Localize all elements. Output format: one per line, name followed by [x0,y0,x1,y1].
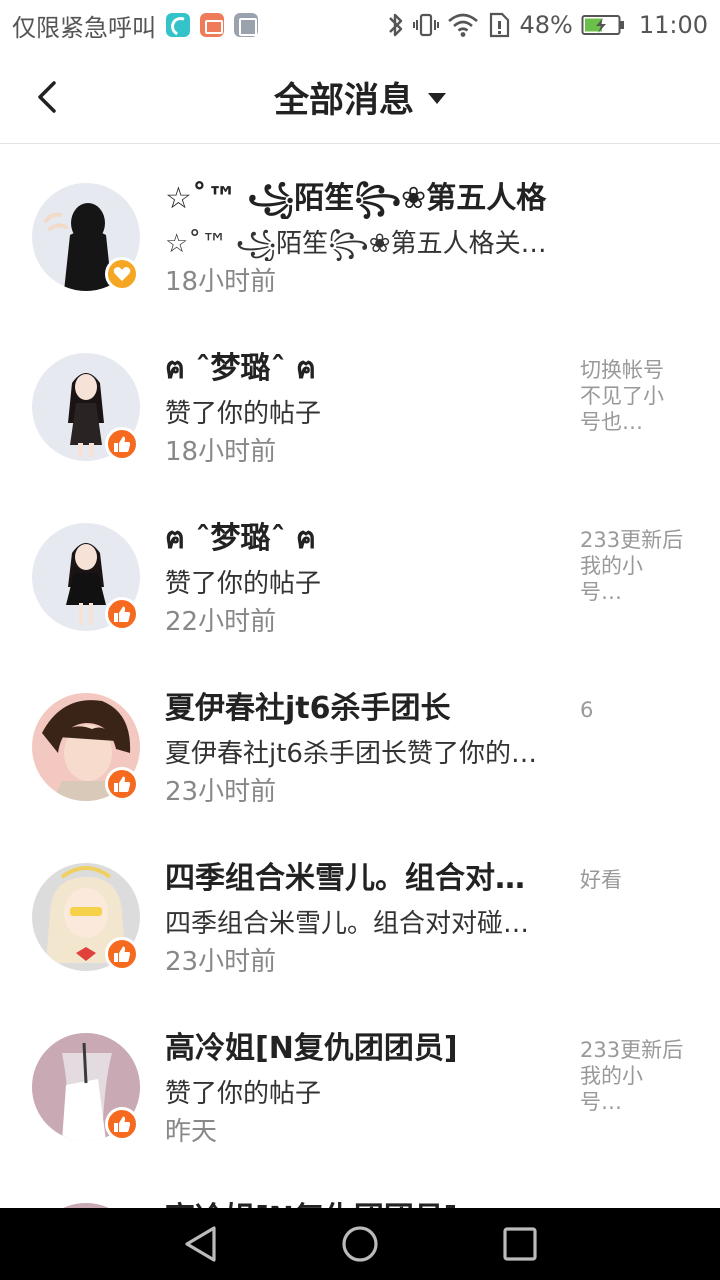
message-item[interactable]: ☆˚™ ꧁陌笙꧂❀第五人格 ☆˚™ ꧁陌笙꧂❀第五人格关注了你 18小时前 [0,145,720,315]
system-home-button[interactable] [340,1224,380,1264]
message-time: 昨天 [165,1117,218,1147]
clock-time: 11:00 [638,11,708,39]
system-navigation-bar [0,1208,720,1280]
message-item[interactable]: 高冷姐[N复仇团团员] 赞了你的帖子 昨天 233更新后我的小号… [0,995,720,1165]
top-nav-bar: 全部消息 [0,50,720,144]
triangle-back-icon [185,1226,216,1262]
thumbs-up-icon [114,436,131,452]
sender-name[interactable]: 四季组合米雪儿。组合对… [165,859,565,899]
message-item[interactable]: 四季组合米雪儿。组合对… 四季组合米雪儿。组合对对碰… 23小时前 好看 [0,825,720,995]
message-time: 23小时前 [165,777,277,807]
vibrate-icon [413,11,440,39]
page-title: 全部消息 [273,80,414,121]
post-preview: 6 [580,698,594,722]
thumbs-up-icon [114,776,131,792]
follow-badge [105,257,139,291]
message-item[interactable]: 夏伊春社jt6杀手团长 夏伊春社jt6杀手团长赞了你的… 23小时前 6 [0,655,720,825]
message-action: 四季组合米雪儿。组合对对碰… [165,909,530,939]
like-badge [105,597,139,631]
message-item[interactable]: ฅ ˆ梦璐ˆ ฅ 赞了你的帖子 18小时前 切换帐号不见了小号也… [0,315,720,485]
heart-icon [113,267,131,281]
message-item[interactable]: ฅ ˆ梦璐ˆ ฅ 赞了你的帖子 22小时前 233更新后我的小号… [0,485,720,655]
status-left: 仅限紧急呼叫 [12,8,258,42]
like-badge [105,427,139,461]
message-action: 赞了你的帖子 [165,399,322,429]
post-preview: 好看 [580,868,622,892]
sender-name[interactable]: 高冷姐[N复仇团团员] [165,1199,565,1208]
message-time: 18小时前 [165,267,277,297]
message-action: ☆˚™ ꧁陌笙꧂❀第五人格关注了你 [165,229,555,259]
moon-app-icon [166,13,190,37]
message-item[interactable]: 高冷姐[N复仇团团员] [0,1165,720,1208]
sender-name[interactable]: ฅ ˆ梦璐ˆ ฅ [165,349,565,389]
message-time: 18小时前 [165,437,277,467]
message-action: 赞了你的帖子 [165,1079,322,1109]
sender-name[interactable]: 夏伊春社jt6杀手团长 [165,689,565,729]
square-recents-icon [503,1227,537,1261]
post-preview: 233更新后我的小号… [580,1038,684,1114]
message-time: 23小时前 [165,947,277,977]
bluetooth-icon [387,11,405,39]
wifi-icon [447,12,479,38]
status-right: 48% 11:00 [387,8,708,42]
like-badge [105,767,139,801]
circle-home-icon [342,1226,378,1262]
message-action: 夏伊春社jt6杀手团长赞了你的… [165,739,537,769]
message-time: 22小时前 [165,607,277,637]
carrier-text: 仅限紧急呼叫 [12,13,156,42]
thumbs-up-icon [114,1116,131,1132]
shop-app-icon [200,13,224,37]
battery-charging-icon [581,13,625,37]
like-badge [105,937,139,971]
sender-name[interactable]: ☆˚™ ꧁陌笙꧂❀第五人格 [165,179,565,219]
system-back-button[interactable] [180,1224,220,1264]
sender-name[interactable]: 高冷姐[N复仇团团员] [165,1029,565,1069]
caret-down-icon [428,92,446,104]
gallery-app-icon [234,13,258,37]
sim-alert-icon [487,11,511,39]
thumbs-up-icon [114,606,131,622]
status-bar: 仅限紧急呼叫 48% 11:00 [0,0,720,50]
sender-name[interactable]: ฅ ˆ梦璐ˆ ฅ [165,519,565,559]
system-recents-button[interactable] [500,1224,540,1264]
battery-percent: 48% [519,11,573,39]
message-filter-dropdown[interactable]: 全部消息 [0,50,720,144]
message-action: 赞了你的帖子 [165,569,322,599]
post-preview: 233更新后我的小号… [580,528,684,604]
like-badge [105,1107,139,1141]
thumbs-up-icon [114,946,131,962]
message-list[interactable]: ☆˚™ ꧁陌笙꧂❀第五人格 ☆˚™ ꧁陌笙꧂❀第五人格关注了你 18小时前 ฅ … [0,145,720,1208]
post-preview: 切换帐号不见了小号也… [580,358,664,434]
